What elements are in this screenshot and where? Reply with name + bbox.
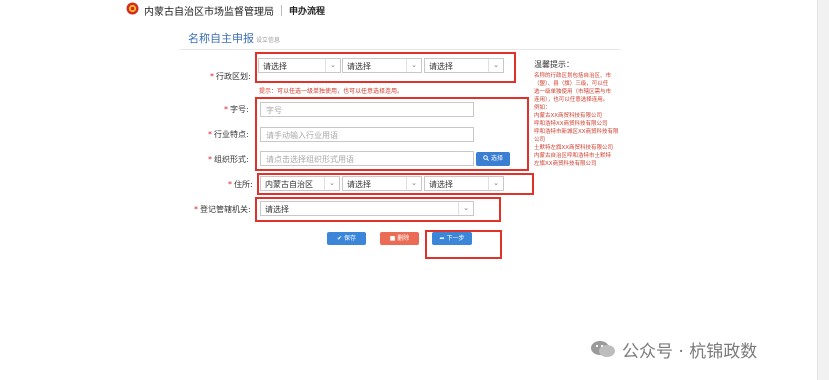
required-mark: *: [210, 72, 214, 81]
industry-label-text: 行业特点:: [214, 130, 249, 139]
district-hint: 提示：可以任选一级单独使用，也可以任意选择连用。: [259, 88, 404, 95]
delete-button[interactable]: ■ 删除: [380, 232, 419, 245]
tip-line: 内蒙古自治区呼和浩特市土默特: [534, 153, 612, 159]
tip-line: 公司: [534, 137, 546, 143]
org-form-label: * 组织形式:: [208, 154, 249, 165]
title-divider: [180, 49, 620, 50]
tip-line: 例如：: [534, 105, 551, 111]
address-label: * 住所:: [228, 179, 253, 190]
required-mark: *: [208, 130, 212, 139]
required-mark: *: [224, 105, 228, 114]
highlight-box-district: [255, 52, 516, 83]
zihao-label: * 字号:: [224, 104, 249, 115]
address-label-text: 住所:: [234, 180, 253, 189]
district-label: * 行政区划:: [210, 71, 251, 82]
industry-label: * 行业特点:: [208, 129, 249, 140]
tip-line: （盟）、县（旗）三级，可以任: [534, 81, 609, 87]
page-title: 名称自主申报: [188, 32, 254, 45]
tip-line: 呼和浩特XX商贸科技有限公司: [534, 121, 608, 127]
tip-line: 呼和浩特市新城区XX商贸科技有限: [534, 129, 619, 135]
watermark-text: 公众号 · 杭锦政数: [622, 342, 758, 362]
district-label-text: 行政区划:: [216, 72, 251, 81]
tip-line: 名称的行政区划包括自治区、市: [534, 73, 612, 79]
save-button-label: 保存: [343, 235, 356, 242]
agency-name: 内蒙古自治区市场监督管理局: [144, 7, 274, 18]
page-subtitle: 设立信息: [256, 37, 281, 44]
tips-title: 温馨提示：: [534, 60, 574, 69]
highlight-box-address: [257, 173, 534, 195]
required-mark: *: [194, 205, 198, 214]
save-button[interactable]: ✔ 保存: [327, 232, 366, 245]
breadcrumb[interactable]: 申办流程: [289, 4, 325, 17]
authority-label: * 登记管辖机关:: [194, 204, 251, 215]
zihao-label-text: 字号:: [230, 105, 249, 114]
trash-icon: ■: [389, 235, 396, 242]
tip-line: 土默特左旗XX商贸科技有限公司: [534, 145, 614, 151]
highlight-box-authority: [255, 197, 501, 222]
wechat-icon: [591, 341, 615, 357]
scrollbar[interactable]: [817, 0, 829, 380]
required-mark: *: [208, 155, 212, 164]
tip-line: 选一级单独使用（市辖区需与市: [534, 89, 612, 95]
highlight-box-name-fields: [255, 97, 529, 171]
delete-button-label: 删除: [397, 235, 410, 242]
header-divider: [281, 5, 282, 16]
required-mark: *: [228, 180, 232, 189]
top-bar: 内蒙古自治区市场监督管理局 申办流程: [0, 0, 829, 20]
tip-line: 内蒙古XX商贸科技有限公司: [534, 113, 603, 119]
authority-label-text: 登记管辖机关:: [200, 205, 251, 214]
tip-line: 左旗XX商贸科技有限公司: [534, 161, 597, 167]
org-form-label-text: 组织形式:: [214, 155, 249, 164]
check-icon: ✔: [337, 235, 343, 242]
national-emblem-icon: [126, 2, 139, 15]
highlight-box-next: [425, 230, 502, 259]
tip-line: 连用），也可以任意选择连用。: [534, 97, 609, 103]
